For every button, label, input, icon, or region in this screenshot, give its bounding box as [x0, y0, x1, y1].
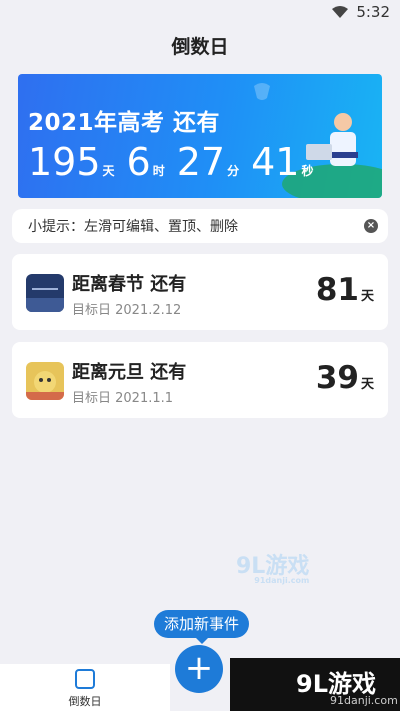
days-value: 195 — [28, 140, 101, 184]
days-count: 81 — [315, 272, 359, 308]
event-target-date: 目标日 2021.2.12 — [72, 303, 182, 318]
wifi-icon — [332, 6, 349, 18]
bottom-tab-bar: 倒数日 — [0, 664, 170, 711]
add-event-button[interactable]: + — [175, 645, 223, 693]
hours-unit: 时 — [152, 164, 165, 178]
days-unit: 天 — [360, 289, 374, 304]
tip-text: 小提示：左滑可编辑、置顶、删除 — [28, 219, 238, 235]
page-title: 倒数日 — [171, 36, 229, 58]
hours-value: 6 — [126, 140, 151, 184]
days-count: 39 — [315, 360, 359, 396]
event-thumbnail-icon — [26, 362, 64, 400]
event-name: 距离元旦 还有 — [72, 362, 187, 383]
banner-title: 2021年高考 还有 — [28, 110, 221, 136]
event-target-date: 目标日 2021.1.1 — [72, 391, 174, 406]
event-days-remaining: 81 天 — [316, 272, 374, 308]
seconds-unit: 秒 — [301, 164, 314, 178]
countdown-counter: 195 天 6 时 27 分 41 秒 — [28, 142, 326, 182]
event-thumbnail-icon — [26, 274, 64, 312]
status-bar: 5:32 — [0, 0, 400, 24]
plus-icon: + — [184, 648, 214, 688]
days-unit: 天 — [102, 164, 115, 178]
logo-sub: 91danji.com — [330, 694, 398, 707]
days-unit: 天 — [360, 377, 374, 392]
event-name: 距离春节 还有 — [72, 274, 187, 295]
event-card-spring-festival[interactable]: 距离春节 还有 目标日 2021.2.12 81 天 — [12, 254, 388, 330]
tip-banner: 小提示：左滑可编辑、置顶、删除 × — [12, 209, 388, 243]
featured-countdown-banner[interactable]: 2021年高考 还有 195 天 6 时 27 分 41 秒 — [18, 74, 382, 198]
tab-label: 倒数日 — [68, 695, 102, 708]
close-icon[interactable]: × — [364, 219, 378, 233]
calendar-icon — [75, 669, 95, 689]
tab-countdown[interactable]: 倒数日 — [60, 669, 110, 709]
event-days-remaining: 39 天 — [316, 360, 374, 396]
minutes-unit: 分 — [227, 164, 240, 178]
status-time: 5:32 — [356, 3, 390, 21]
seconds-value: 41 — [251, 140, 300, 184]
watermark: 9L游戏 91danji.com — [236, 548, 309, 585]
site-logo: 9L游戏 91danji.com — [230, 658, 400, 711]
add-event-tooltip: 添加新事件 — [154, 610, 250, 644]
minutes-value: 27 — [176, 140, 226, 184]
event-card-new-year[interactable]: 距离元旦 还有 目标日 2021.1.1 39 天 — [12, 342, 388, 418]
